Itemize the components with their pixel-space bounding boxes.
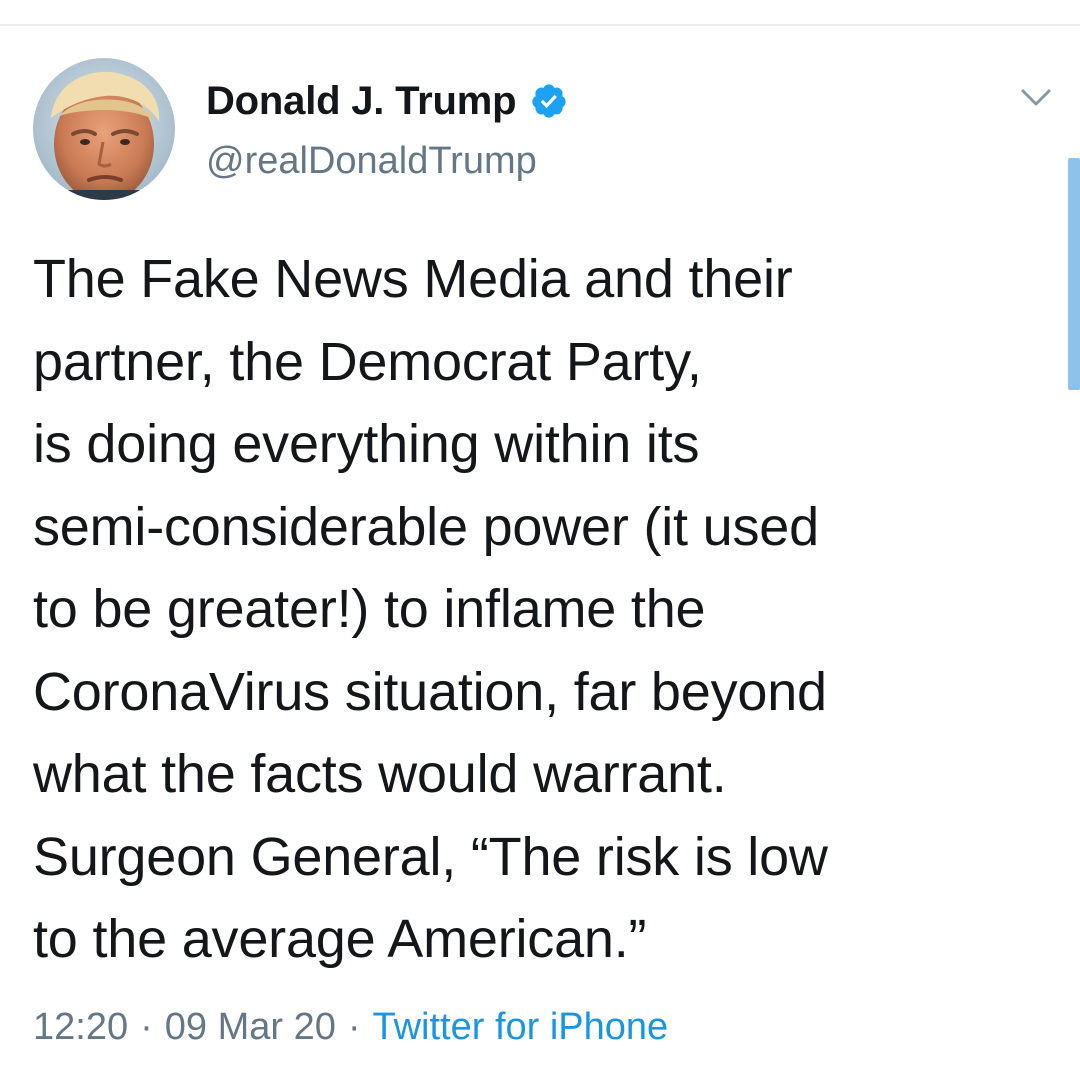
author-avatar[interactable] — [33, 58, 175, 200]
tweet-time: 12:20 — [33, 1006, 129, 1048]
top-divider — [0, 24, 1080, 26]
author-name[interactable]: Donald J. Trump — [206, 79, 517, 124]
tweet-screenshot: { "tweet": { "author": { "name": "Donald… — [0, 0, 1080, 1088]
meta-separator: · — [140, 1006, 153, 1048]
tweet-source-link[interactable]: Twitter for iPhone — [373, 1006, 669, 1048]
tweet-metadata: 12:20 · 09 Mar 20 · Twitter for iPhone — [33, 1000, 668, 1054]
author-handle[interactable]: @realDonaldTrump — [206, 140, 537, 183]
user-avatar-icon — [33, 58, 175, 200]
author-name-row: Donald J. Trump — [206, 73, 568, 129]
meta-separator: · — [347, 1006, 361, 1048]
tweet-menu-button[interactable] — [1018, 82, 1054, 112]
chevron-down-icon — [1021, 89, 1051, 106]
tweet-date: 09 Mar 20 — [164, 1006, 336, 1048]
scrollbar-thumb[interactable] — [1068, 158, 1080, 390]
verified-badge-icon — [530, 82, 568, 120]
tweet-text: The Fake News Media and their partner, t… — [33, 249, 828, 969]
